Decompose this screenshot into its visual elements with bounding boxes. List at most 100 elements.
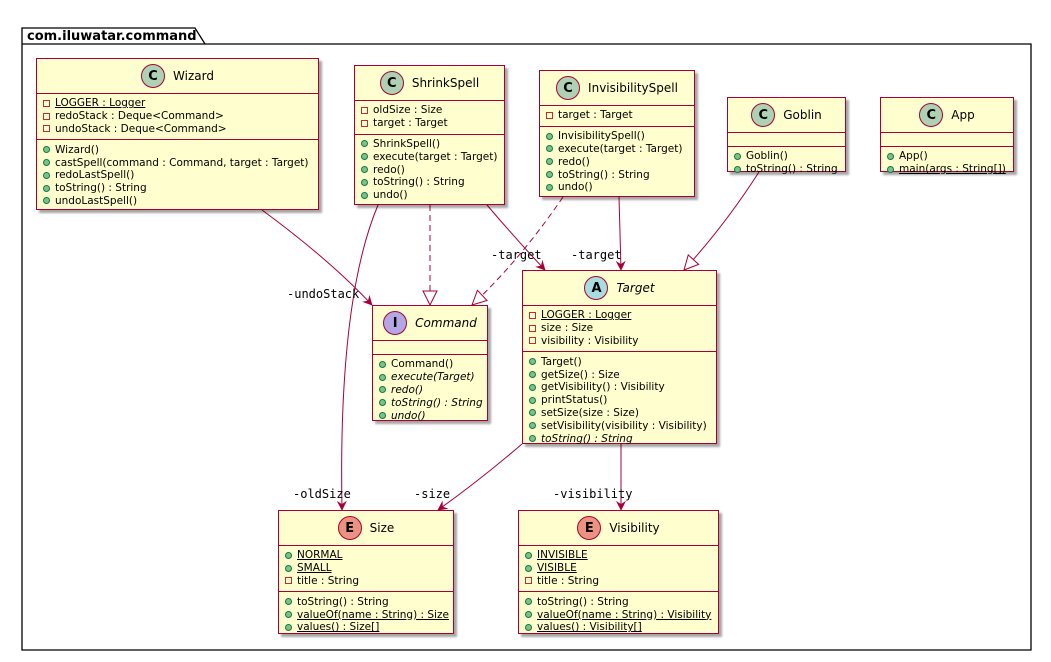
method-row: redo() — [546, 155, 688, 168]
private-visibility-icon — [43, 125, 50, 133]
method-row: castSpell(command : Command, target : Ta… — [43, 156, 312, 169]
method-row: Goblin() — [734, 150, 839, 163]
field-text: visibility : Visibility — [541, 334, 639, 347]
method-row: getVisibility() : Visibility — [529, 381, 710, 394]
method-text: undo() — [558, 181, 593, 194]
method-text: execute(target : Target) — [373, 150, 498, 163]
wizard-methods-section: Wizard() castSpell(command : Command, tar… — [37, 140, 318, 211]
method-text: setVisibility(visibility : Visibility) — [541, 419, 707, 432]
invisibilityspell-header: C InvisibilitySpell — [540, 71, 694, 106]
visibility-name: Visibility — [609, 521, 660, 535]
method-row: undoLastSpell() — [43, 195, 312, 208]
class-stereotype-icon: C — [919, 103, 944, 127]
field-text: NORMAL — [297, 549, 343, 562]
field-row: oldSize : Size — [361, 104, 498, 117]
method-text: InvisibilitySpell() — [558, 130, 645, 143]
method-text: toString() : String — [391, 396, 483, 409]
class-wizard[interactable]: C Wizard LOGGER : Logger redoStack : Deque<… — [36, 58, 319, 210]
wizard-header: C Wizard — [37, 59, 318, 94]
field-text: size : Size — [541, 322, 594, 335]
method-text: redo() — [391, 383, 424, 396]
method-row: values() : Visibility[] — [525, 621, 712, 634]
enum-visibility[interactable]: E Visibility INVISIBLE VISIBLE title : Strin… — [518, 510, 719, 634]
edge-label-size: -size — [414, 487, 451, 501]
class-app[interactable]: C App App() main(args : String[]) — [880, 97, 1014, 175]
size-fields-section: NORMAL SMALL title : String — [279, 546, 453, 593]
method-row: toString() : String — [529, 432, 710, 445]
field-row: NORMAL — [285, 549, 447, 562]
method-text: execute(Target) — [391, 371, 475, 384]
method-text: toString() : String — [537, 595, 629, 608]
public-visibility-icon — [43, 146, 50, 154]
public-visibility-icon — [43, 171, 50, 179]
method-text: toString() : String — [541, 432, 633, 445]
target-methods-section: Target() getSize() : Size getVisibility() … — [523, 352, 716, 449]
field-row: title : String — [285, 575, 447, 588]
method-row: Target() — [529, 355, 710, 368]
visibility-fields-section: INVISIBLE VISIBLE title : String — [519, 546, 718, 593]
enum-size[interactable]: E Size NORMAL SMALL title : String toString()… — [278, 510, 454, 634]
wizard-fields-section: LOGGER : Logger redoStack : Deque<Command… — [37, 94, 318, 141]
app-fields-section — [881, 133, 1013, 147]
public-visibility-icon — [379, 412, 386, 420]
method-text: ShrinkSpell() — [373, 137, 441, 150]
public-visibility-icon — [546, 145, 553, 153]
private-visibility-icon — [525, 577, 532, 585]
field-text: oldSize : Size — [373, 104, 443, 117]
field-row: VISIBLE — [525, 562, 712, 575]
public-visibility-icon — [734, 152, 741, 160]
class-stereotype-icon: C — [141, 64, 166, 88]
class-goblin[interactable]: C Goblin Goblin() toString() : String — [727, 97, 846, 175]
private-visibility-icon — [546, 111, 553, 119]
method-row: toString() : String — [734, 163, 839, 176]
method-row: toString() : String — [361, 176, 498, 189]
field-row: undoStack : Deque<Command> — [43, 123, 312, 136]
public-visibility-icon — [529, 358, 536, 366]
method-row: ShrinkSpell() — [361, 138, 498, 151]
public-visibility-icon — [43, 197, 50, 205]
app-header: C App — [881, 98, 1013, 133]
method-row: execute(target : Target) — [361, 150, 498, 163]
field-text: title : String — [537, 574, 600, 587]
method-text: toString() : String — [746, 163, 838, 176]
private-visibility-icon — [361, 119, 368, 127]
field-row: SMALL — [285, 562, 447, 575]
field-row: title : String — [525, 575, 712, 588]
field-row: LOGGER : Logger — [43, 97, 312, 110]
command-fields-section — [373, 341, 487, 355]
edge-label-invisibilityspell-target: -target — [571, 248, 622, 262]
public-visibility-icon — [379, 399, 386, 407]
goblin-methods-section: Goblin() toString() : String — [728, 147, 845, 180]
class-invisibilityspell[interactable]: C InvisibilitySpell target : Target Invisib… — [539, 70, 695, 197]
target-name: Target — [616, 281, 655, 295]
shrinkspell-fields-section: oldSize : Size target : Target — [355, 101, 504, 135]
public-visibility-icon — [361, 153, 368, 161]
method-text: toString() : String — [55, 182, 147, 195]
visibility-methods-section: toString() : String valueOf(name : String… — [519, 592, 718, 637]
method-row: toString() : String — [546, 168, 688, 181]
command-name: Command — [415, 316, 477, 330]
public-visibility-icon — [285, 623, 292, 631]
field-row: INVISIBLE — [525, 549, 712, 562]
enum-stereotype-icon: E — [337, 516, 362, 540]
public-visibility-icon — [887, 165, 894, 173]
abstract-class-target[interactable]: A Target LOGGER : Logger size : Size visibil… — [522, 270, 717, 445]
goblin-fields-section — [728, 133, 845, 147]
command-methods-section: Command() execute(Target) redo() toString()… — [373, 355, 487, 426]
interface-command[interactable]: I Command Command() execute(Target) redo() to… — [372, 305, 488, 422]
field-text: LOGGER : Logger — [55, 97, 146, 110]
abstract-stereotype-icon: A — [584, 276, 609, 300]
public-visibility-icon — [285, 564, 292, 572]
target-fields-section: LOGGER : Logger size : Size visibility : V… — [523, 306, 716, 353]
class-shrinkspell[interactable]: C ShrinkSpell oldSize : Size target : Targe… — [354, 65, 505, 205]
shrinkspell-header: C ShrinkSpell — [355, 66, 504, 101]
field-text: VISIBLE — [537, 562, 577, 575]
public-visibility-icon — [529, 435, 536, 443]
public-visibility-icon — [546, 171, 553, 179]
field-row: redoStack : Deque<Command> — [43, 110, 312, 123]
public-visibility-icon — [529, 383, 536, 391]
method-row: redoLastSpell() — [43, 169, 312, 182]
field-row: visibility : Visibility — [529, 335, 710, 348]
public-visibility-icon — [546, 132, 553, 140]
method-row: setSize(size : Size) — [529, 407, 710, 420]
